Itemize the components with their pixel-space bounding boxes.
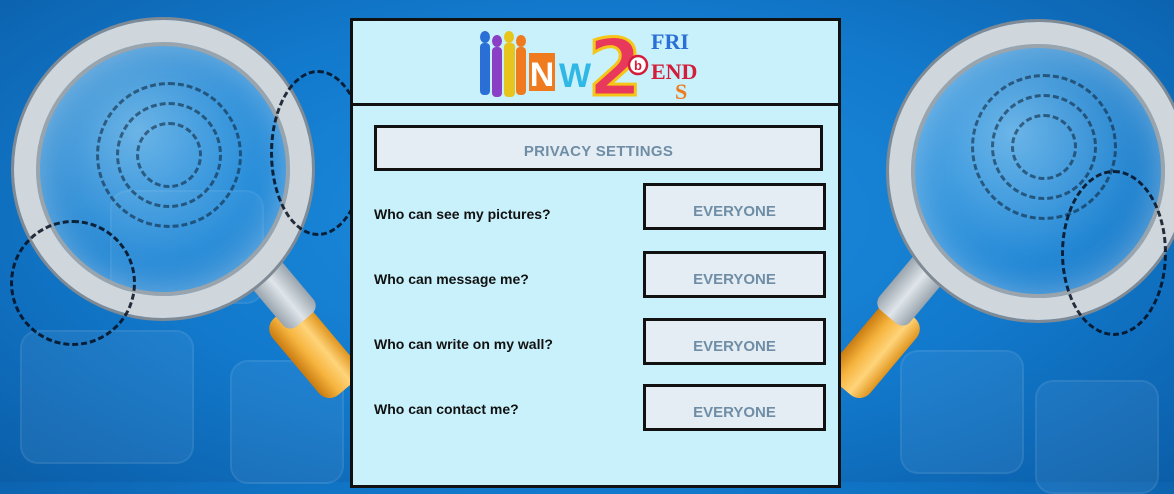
privacy-settings-title-text: PRIVACY SETTINGS (523, 143, 674, 160)
magnifying-glass-left (0, 0, 366, 482)
write-on-wall-value: EVERYONE (693, 338, 776, 355)
question-message-me: Who can message me? (374, 271, 529, 287)
privacy-settings-title: PRIVACY SETTINGS (374, 125, 823, 171)
logo-letter-n: N (530, 56, 555, 94)
logo-text-s: S (675, 79, 687, 101)
new2befriends-logo: N W 2 b FRI END S (480, 23, 697, 101)
contact-me-select[interactable]: EVERYONE (643, 384, 826, 431)
see-pictures-value: EVERYONE (693, 203, 776, 220)
logo-be-mark: b (634, 58, 642, 73)
fingerprint-icon (1061, 170, 1167, 336)
question-contact-me: Who can contact me? (374, 401, 519, 417)
magnifying-glass-right (824, 0, 1174, 482)
fingerprint-icon (136, 122, 202, 188)
write-on-wall-select[interactable]: EVERYONE (643, 318, 826, 365)
contact-me-value: EVERYONE (693, 404, 776, 421)
message-me-select[interactable]: EVERYONE (643, 251, 826, 298)
question-see-pictures: Who can see my pictures? (374, 206, 551, 222)
see-pictures-select[interactable]: EVERYONE (643, 183, 826, 230)
fingerprint-icon (1011, 114, 1077, 180)
question-write-on-wall: Who can write on my wall? (374, 336, 553, 352)
privacy-panel: N W 2 b FRI END S PRIVACY SETTINGS Who c… (350, 18, 841, 488)
fingerprint-icon (10, 220, 136, 346)
message-me-value: EVERYONE (693, 271, 776, 288)
panel-header: N W 2 b FRI END S (353, 21, 838, 106)
logo-text-fri: FRI (651, 29, 689, 54)
